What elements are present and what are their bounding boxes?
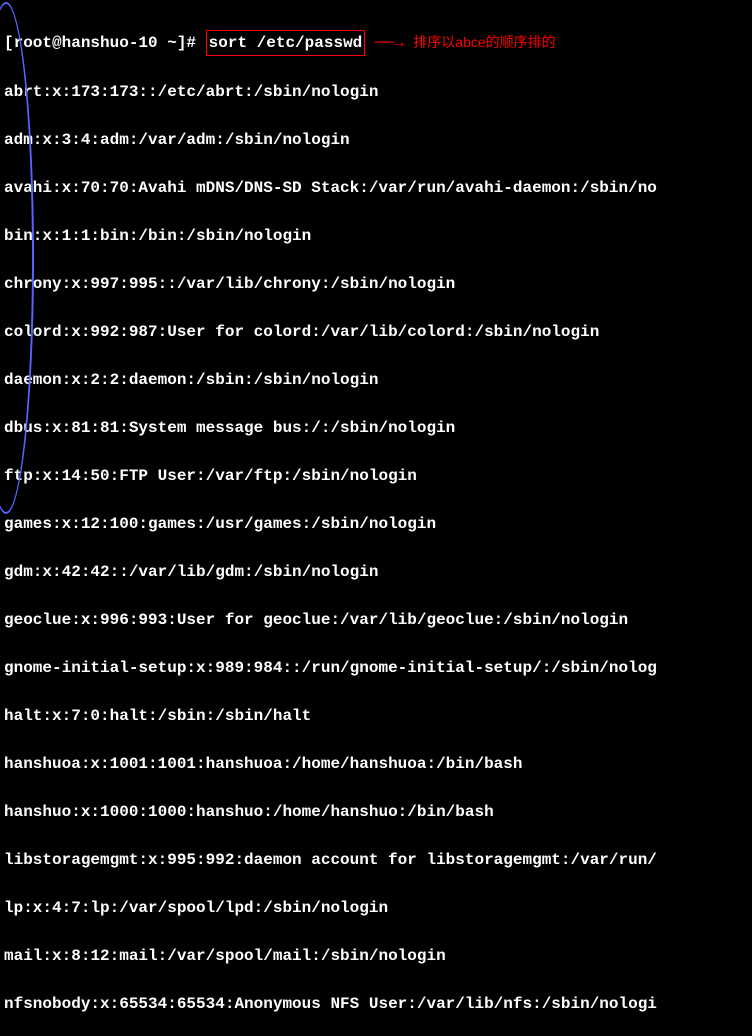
output-line: chrony:x:997:995::/var/lib/chrony:/sbin/… — [4, 272, 748, 296]
output-line: halt:x:7:0:halt:/sbin:/sbin/halt — [4, 704, 748, 728]
output-line: bin:x:1:1:bin:/bin:/sbin/nologin — [4, 224, 748, 248]
output-line: daemon:x:2:2:daemon:/sbin:/sbin/nologin — [4, 368, 748, 392]
annotation-text: 排序以abce的顺序排的 — [413, 34, 555, 50]
output-line: ftp:x:14:50:FTP User:/var/ftp:/sbin/nolo… — [4, 464, 748, 488]
output-line: colord:x:992:987:User for colord:/var/li… — [4, 320, 748, 344]
terminal-output: [root@hanshuo-10 ~]# sort /etc/passwd ──… — [4, 6, 748, 1036]
output-line: adm:x:3:4:adm:/var/adm:/sbin/nologin — [4, 128, 748, 152]
arrow-icon: ──→ — [365, 34, 413, 52]
output-line: hanshuoa:x:1001:1001:hanshuoa:/home/hans… — [4, 752, 748, 776]
output-line: dbus:x:81:81:System message bus:/:/sbin/… — [4, 416, 748, 440]
output-line: nfsnobody:x:65534:65534:Anonymous NFS Us… — [4, 992, 748, 1016]
output-line: games:x:12:100:games:/usr/games:/sbin/no… — [4, 512, 748, 536]
output-line: avahi:x:70:70:Avahi mDNS/DNS-SD Stack:/v… — [4, 176, 748, 200]
output-line: abrt:x:173:173::/etc/abrt:/sbin/nologin — [4, 80, 748, 104]
command-text: sort /etc/passwd — [209, 34, 363, 52]
output-line: gdm:x:42:42::/var/lib/gdm:/sbin/nologin — [4, 560, 748, 584]
output-line: mail:x:8:12:mail:/var/spool/mail:/sbin/n… — [4, 944, 748, 968]
output-line: geoclue:x:996:993:User for geoclue:/var/… — [4, 608, 748, 632]
output-line: lp:x:4:7:lp:/var/spool/lpd:/sbin/nologin — [4, 896, 748, 920]
output-line: libstoragemgmt:x:995:992:daemon account … — [4, 848, 748, 872]
output-line: hanshuo:x:1000:1000:hanshuo:/home/hanshu… — [4, 800, 748, 824]
command-line: [root@hanshuo-10 ~]# sort /etc/passwd ──… — [4, 30, 748, 56]
command-highlight-box: sort /etc/passwd — [206, 30, 366, 56]
output-line: gnome-initial-setup:x:989:984::/run/gnom… — [4, 656, 748, 680]
shell-prompt: [root@hanshuo-10 ~]# — [4, 34, 206, 52]
